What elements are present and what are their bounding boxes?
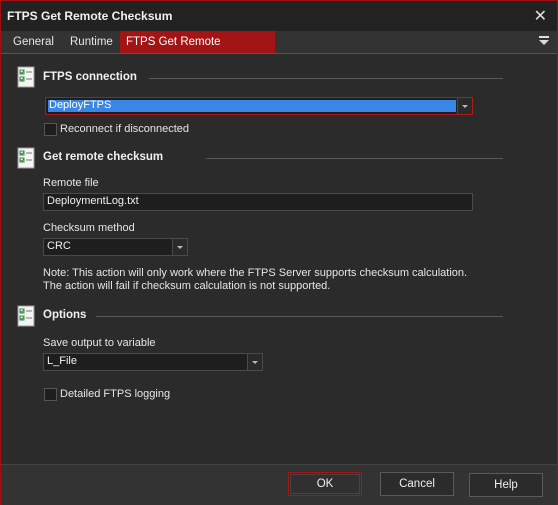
- section-title-get-remote-checksum: Get remote checksum: [43, 151, 164, 163]
- save-output-label: Save output to variable: [43, 337, 156, 349]
- checklist-icon: [17, 147, 35, 169]
- chevron-down-icon[interactable]: [172, 239, 187, 255]
- connection-value: DeployFTPS: [49, 99, 112, 111]
- checklist-icon: [17, 305, 35, 327]
- note-line-2: The action will fail if checksum calcula…: [43, 280, 331, 292]
- dialog-window: FTPS Get Remote Checksum ✕ General Runti…: [0, 0, 558, 505]
- section-divider: [206, 158, 503, 159]
- connection-dropdown[interactable]: DeployFTPS: [45, 97, 473, 115]
- checksum-method-dropdown[interactable]: CRC: [43, 238, 188, 256]
- section-title-options: Options: [43, 309, 87, 321]
- detailed-logging-label: Detailed FTPS logging: [60, 388, 171, 400]
- dialog-footer: OK Cancel Help: [1, 464, 557, 505]
- tab-general[interactable]: General: [7, 31, 60, 53]
- remote-file-label: Remote file: [43, 177, 99, 189]
- section-divider: [96, 316, 503, 317]
- section-divider: [149, 78, 503, 79]
- detailed-logging-checkbox[interactable]: [44, 388, 57, 401]
- remote-file-input[interactable]: DeploymentLog.txt: [43, 193, 473, 211]
- help-button[interactable]: Help: [469, 473, 543, 497]
- tab-ftps-get-remote-checksum[interactable]: FTPS Get Remote Checksum: [120, 31, 275, 70]
- content-panel: FTPS connection DeployFTPS Reconnect if …: [1, 54, 557, 464]
- tab-runtime[interactable]: Runtime: [64, 31, 119, 53]
- reconnect-label: Reconnect if disconnected: [60, 123, 190, 135]
- section-title-ftps-connection: FTPS connection: [43, 71, 137, 83]
- save-output-dropdown[interactable]: L_File: [43, 353, 263, 371]
- reconnect-checkbox[interactable]: [44, 123, 57, 136]
- tab-menu-icon[interactable]: [539, 36, 549, 46]
- ok-button-label: OK: [316, 478, 334, 490]
- checklist-icon: [17, 66, 35, 88]
- tab-bar: General Runtime FTPS Get Remote Checksum: [1, 31, 557, 70]
- window-title: FTPS Get Remote Checksum: [7, 9, 173, 23]
- ok-button[interactable]: OK: [288, 472, 362, 496]
- save-output-value: L_File: [47, 355, 77, 367]
- checksum-method-label: Checksum method: [43, 222, 135, 234]
- checksum-method-value: CRC: [47, 240, 71, 252]
- remote-file-value: DeploymentLog.txt: [47, 195, 139, 207]
- title-bar: FTPS Get Remote Checksum ✕: [1, 1, 557, 31]
- cancel-button[interactable]: Cancel: [380, 472, 454, 496]
- note-line-1: Note: This action will only work where t…: [43, 267, 468, 279]
- chevron-down-icon[interactable]: [457, 98, 472, 114]
- close-icon[interactable]: ✕: [534, 6, 547, 26]
- chevron-down-icon[interactable]: [247, 354, 262, 370]
